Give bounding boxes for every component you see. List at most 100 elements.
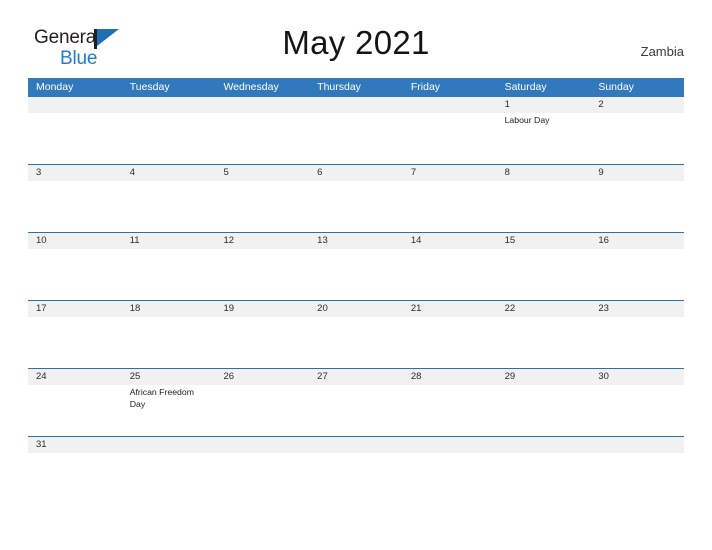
calendar-day-cell[interactable]: 25 African Freedom Day — [121, 369, 216, 436]
day-events — [215, 113, 309, 115]
calendar-day-cell[interactable]: 28 — [402, 369, 497, 436]
calendar-day-cell[interactable]: 14 — [402, 233, 497, 300]
calendar-day-cell[interactable] — [309, 97, 403, 164]
day-number-band: 19 — [215, 301, 310, 317]
calendar-day-cell[interactable]: 13 — [309, 233, 403, 300]
calendar-week-days: 24 25 African Freedom Day 26 27 28 29 30 — [28, 369, 685, 436]
day-events — [590, 113, 684, 115]
day-number: 25 — [129, 371, 141, 382]
calendar-day-cell[interactable] — [402, 437, 497, 453]
calendar-day-cell[interactable] — [121, 97, 216, 164]
calendar-day-cell[interactable]: 29 — [496, 369, 591, 436]
day-number: 21 — [410, 303, 422, 314]
day-number-band: 17 — [28, 301, 122, 317]
calendar-day-cell[interactable]: 1 Labour Day — [496, 97, 591, 164]
calendar-day-cell[interactable]: 12 — [215, 233, 310, 300]
day-events — [309, 317, 403, 319]
day-events — [28, 385, 122, 387]
weekday-header-sunday: Sunday — [598, 81, 634, 93]
day-events — [122, 113, 216, 115]
day-number-band: 25 — [121, 369, 216, 385]
day-number: 3 — [36, 167, 42, 178]
calendar-day-cell[interactable] — [402, 97, 497, 164]
calendar-day-cell[interactable]: 11 — [121, 233, 216, 300]
calendar-day-cell[interactable]: 9 — [590, 165, 685, 232]
day-events — [403, 317, 497, 319]
calendar-week-days: 10 11 12 13 14 15 16 — [28, 233, 685, 300]
calendar-day-cell[interactable]: 26 — [215, 369, 310, 436]
calendar-day-cell[interactable]: 31 — [28, 437, 122, 453]
day-events — [122, 249, 216, 251]
calendar-day-cell[interactable]: 16 — [590, 233, 685, 300]
calendar-day-cell[interactable]: 5 — [215, 165, 310, 232]
day-number-band: 3 — [28, 165, 122, 181]
day-number: 10 — [36, 235, 47, 246]
calendar-day-cell[interactable]: 15 — [496, 233, 591, 300]
weekday-header-row: Monday Tuesday Wednesday Thursday Friday… — [28, 78, 684, 97]
day-events — [215, 249, 309, 251]
day-events — [215, 181, 309, 183]
day-number-band: 9 — [590, 165, 685, 181]
calendar-day-cell[interactable] — [215, 97, 310, 164]
calendar-day-cell[interactable] — [590, 437, 685, 453]
day-events — [28, 113, 122, 115]
calendar-day-cell[interactable]: 22 — [496, 301, 591, 368]
calendar-week-row: 24 25 African Freedom Day 26 27 28 29 30 — [28, 369, 685, 437]
calendar-day-cell[interactable]: 17 — [28, 301, 122, 368]
country-label: Zambia — [640, 44, 684, 59]
calendar-day-cell[interactable]: 7 — [402, 165, 497, 232]
calendar-day-cell[interactable]: 6 — [309, 165, 403, 232]
day-events — [215, 317, 309, 319]
calendar-day-cell[interactable]: 10 — [28, 233, 122, 300]
day-number: 16 — [598, 235, 609, 246]
day-events — [403, 385, 497, 387]
day-events — [590, 317, 684, 319]
calendar-week-row: 17 18 19 20 21 22 23 — [28, 301, 685, 369]
day-number: 24 — [36, 371, 47, 382]
calendar-day-cell[interactable]: 2 — [590, 97, 685, 164]
calendar-page: General Blue May 2021 Zambia Monday Tues… — [0, 0, 712, 550]
calendar-day-cell[interactable] — [496, 437, 591, 453]
calendar-day-cell[interactable] — [121, 437, 216, 453]
day-number: 20 — [317, 303, 328, 314]
day-events — [122, 181, 216, 183]
day-events: Labour Day — [497, 113, 591, 127]
calendar-day-cell[interactable]: 23 — [590, 301, 685, 368]
calendar-grid: Monday Tuesday Wednesday Thursday Friday… — [28, 78, 685, 453]
calendar-day-cell[interactable] — [215, 437, 310, 453]
calendar-day-cell[interactable]: 18 — [121, 301, 216, 368]
day-number-band: 23 — [590, 301, 685, 317]
calendar-day-cell[interactable]: 27 — [309, 369, 403, 436]
day-events — [497, 249, 591, 251]
day-number-band: 21 — [402, 301, 497, 317]
calendar-day-cell[interactable]: 8 — [496, 165, 591, 232]
day-number-band: 4 — [121, 165, 216, 181]
calendar-day-cell[interactable] — [28, 97, 122, 164]
day-events — [215, 385, 309, 387]
calendar-day-cell[interactable]: 4 — [121, 165, 216, 232]
calendar-day-cell[interactable]: 30 — [590, 369, 685, 436]
day-events: African Freedom Day — [122, 385, 216, 410]
day-events — [497, 181, 591, 183]
day-number: 4 — [129, 167, 136, 178]
calendar-day-cell[interactable]: 19 — [215, 301, 310, 368]
calendar-day-cell[interactable]: 20 — [309, 301, 403, 368]
day-number: 31 — [36, 439, 47, 450]
day-events — [309, 181, 403, 183]
day-number-band: 22 — [496, 301, 591, 317]
day-number-band: 2 — [590, 97, 685, 113]
weekday-header-thursday: Thursday — [317, 81, 361, 93]
calendar-day-cell[interactable] — [309, 437, 403, 453]
day-number-band: 16 — [590, 233, 685, 249]
weekday-header-monday: Monday — [36, 81, 74, 93]
calendar-week-days: 3 4 5 6 7 8 9 — [28, 165, 685, 232]
calendar-day-cell[interactable]: 3 — [28, 165, 122, 232]
day-events — [403, 181, 497, 183]
calendar-day-cell[interactable]: 24 — [28, 369, 122, 436]
calendar-day-cell[interactable]: 21 — [402, 301, 497, 368]
day-number-band: 26 — [215, 369, 310, 385]
day-number-band: 30 — [590, 369, 685, 385]
weekday-header-tuesday: Tuesday — [129, 81, 170, 93]
day-events — [309, 385, 403, 387]
day-number: 26 — [223, 371, 235, 382]
